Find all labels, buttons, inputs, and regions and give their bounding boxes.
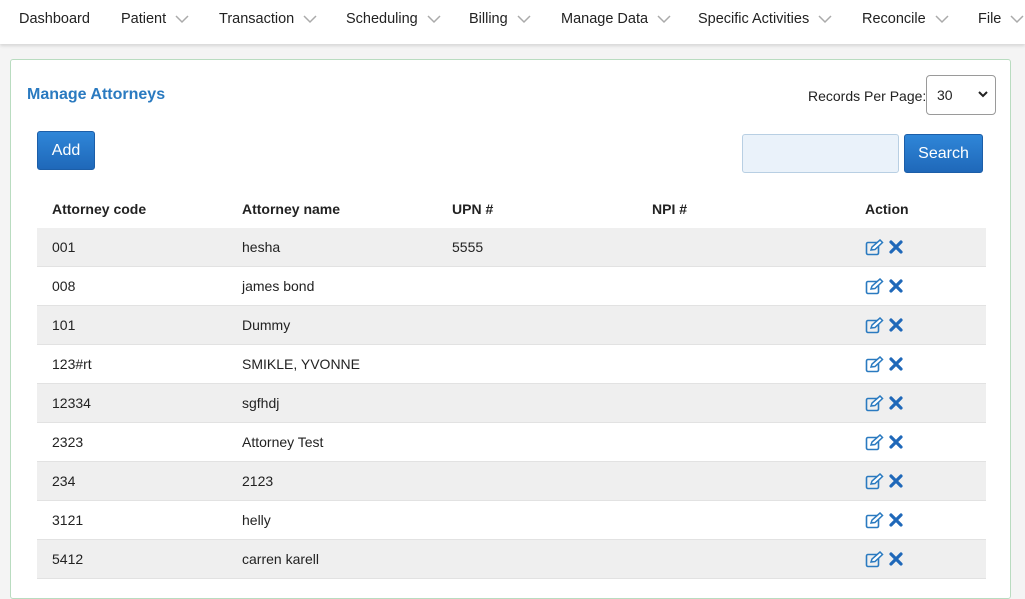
- cell-attorney-code: 101: [52, 317, 76, 333]
- nav-item-file[interactable]: File: [978, 0, 1024, 38]
- header-npi: NPI #: [652, 201, 688, 217]
- table-row: 234 2123: [37, 462, 986, 501]
- manage-attorneys-panel: Manage Attorneys Records Per Page: 30 Ad…: [10, 59, 1011, 599]
- cell-attorney-name: SMIKLE, YVONNE: [242, 356, 361, 372]
- nav-item-label: Reconcile: [862, 11, 926, 27]
- nav-item-transaction[interactable]: Transaction: [219, 0, 317, 38]
- nav-item-manage-data[interactable]: Manage Data: [561, 0, 671, 38]
- header-action: Action: [865, 201, 909, 217]
- chevron-down-icon: [1010, 12, 1024, 26]
- table-row: 3121 helly: [37, 501, 986, 540]
- cell-attorney-name: carren karell: [242, 551, 320, 567]
- chevron-down-icon: [517, 12, 531, 26]
- delete-icon[interactable]: [886, 316, 905, 335]
- cell-attorney-code: 123#rt: [52, 356, 92, 372]
- header-attorney-code: Attorney code: [52, 201, 147, 217]
- row-actions: [865, 228, 905, 266]
- chevron-down-icon: [935, 12, 949, 26]
- delete-icon[interactable]: [886, 394, 905, 413]
- edit-icon[interactable]: [865, 433, 884, 452]
- edit-icon[interactable]: [865, 316, 884, 335]
- row-actions: [865, 384, 905, 422]
- chevron-down-icon: [303, 12, 317, 26]
- nav-item-label: Patient: [121, 11, 167, 27]
- delete-icon[interactable]: [886, 277, 905, 296]
- chevron-down-icon: [175, 12, 189, 26]
- cell-attorney-code: 001: [52, 239, 76, 255]
- cell-attorney-name: sgfhdj: [242, 395, 280, 411]
- edit-icon[interactable]: [865, 511, 884, 530]
- header-upn: UPN #: [452, 201, 494, 217]
- table-row: 5412 carren karell: [37, 540, 986, 579]
- table-row: 12334 sgfhdj: [37, 384, 986, 423]
- cell-attorney-code: 2323: [52, 434, 84, 450]
- nav-item-label: Manage Data: [561, 11, 649, 27]
- nav-item-patient[interactable]: Patient: [121, 0, 189, 38]
- search-input[interactable]: [742, 134, 899, 173]
- row-actions: [865, 306, 905, 344]
- records-per-page-select[interactable]: 30: [926, 75, 996, 115]
- table-row: 008 james bond: [37, 267, 986, 306]
- edit-icon[interactable]: [865, 277, 884, 296]
- delete-icon[interactable]: [886, 355, 905, 374]
- row-actions: [865, 423, 905, 461]
- nav-item-scheduling[interactable]: Scheduling: [346, 0, 441, 38]
- cell-attorney-name: Attorney Test: [242, 434, 324, 450]
- table-header: Attorney code Attorney name UPN # NPI # …: [37, 190, 986, 228]
- nav-item-label: Transaction: [219, 11, 295, 27]
- table-row: 123#rt SMIKLE, YVONNE: [37, 345, 986, 384]
- header-attorney-name: Attorney name: [242, 201, 341, 217]
- cell-upn: 5555: [452, 239, 484, 255]
- delete-icon[interactable]: [886, 511, 905, 530]
- edit-icon[interactable]: [865, 550, 884, 569]
- edit-icon[interactable]: [865, 238, 884, 257]
- cell-attorney-name: 2123: [242, 473, 274, 489]
- delete-icon[interactable]: [886, 238, 905, 257]
- delete-icon[interactable]: [886, 433, 905, 452]
- nav-item-label: Dashboard: [19, 11, 90, 27]
- records-per-page-value: 30: [937, 87, 953, 103]
- cell-attorney-name: helly: [242, 512, 271, 528]
- chevron-down-icon: [818, 12, 832, 26]
- attorneys-table: Attorney code Attorney name UPN # NPI # …: [37, 190, 986, 579]
- nav-item-label: Specific Activities: [698, 11, 810, 27]
- nav-item-billing[interactable]: Billing: [469, 0, 531, 38]
- edit-icon[interactable]: [865, 355, 884, 374]
- row-actions: [865, 267, 905, 305]
- cell-attorney-code: 3121: [52, 512, 84, 528]
- cell-attorney-code: 008: [52, 278, 76, 294]
- cell-attorney-code: 5412: [52, 551, 84, 567]
- search-button[interactable]: Search: [904, 134, 983, 173]
- nav-item-dashboard[interactable]: Dashboard: [19, 0, 90, 38]
- delete-icon[interactable]: [886, 472, 905, 491]
- nav-item-specific-activities[interactable]: Specific Activities: [698, 0, 832, 38]
- row-actions: [865, 462, 905, 500]
- row-actions: [865, 501, 905, 539]
- edit-icon[interactable]: [865, 472, 884, 491]
- chevron-down-icon: [427, 12, 441, 26]
- nav-item-label: File: [978, 11, 1002, 27]
- nav-item-reconcile[interactable]: Reconcile: [862, 0, 949, 38]
- table-body: 001 hesha 5555 008 james bond 101 Dummy 123#rt S…: [37, 228, 986, 579]
- cell-attorney-name: james bond: [242, 278, 315, 294]
- table-row: 101 Dummy: [37, 306, 986, 345]
- cell-attorney-name: hesha: [242, 239, 281, 255]
- table-row: 001 hesha 5555: [37, 228, 986, 267]
- nav-item-label: Scheduling: [346, 11, 418, 27]
- delete-icon[interactable]: [886, 550, 905, 569]
- cell-attorney-code: 12334: [52, 395, 91, 411]
- chevron-down-icon: [977, 87, 989, 103]
- records-per-page-label: Records Per Page:: [808, 88, 927, 104]
- cell-attorney-code: 234: [52, 473, 76, 489]
- row-actions: [865, 540, 905, 578]
- row-actions: [865, 345, 905, 383]
- edit-icon[interactable]: [865, 394, 884, 413]
- table-row: 2323 Attorney Test: [37, 423, 986, 462]
- page-title: Manage Attorneys: [27, 86, 166, 103]
- add-button[interactable]: Add: [37, 131, 95, 170]
- nav-item-label: Billing: [469, 11, 508, 27]
- chevron-down-icon: [657, 12, 671, 26]
- top-navigation: Dashboard Patient Transaction Scheduling Bil…: [0, 0, 1025, 44]
- cell-attorney-name: Dummy: [242, 317, 291, 333]
